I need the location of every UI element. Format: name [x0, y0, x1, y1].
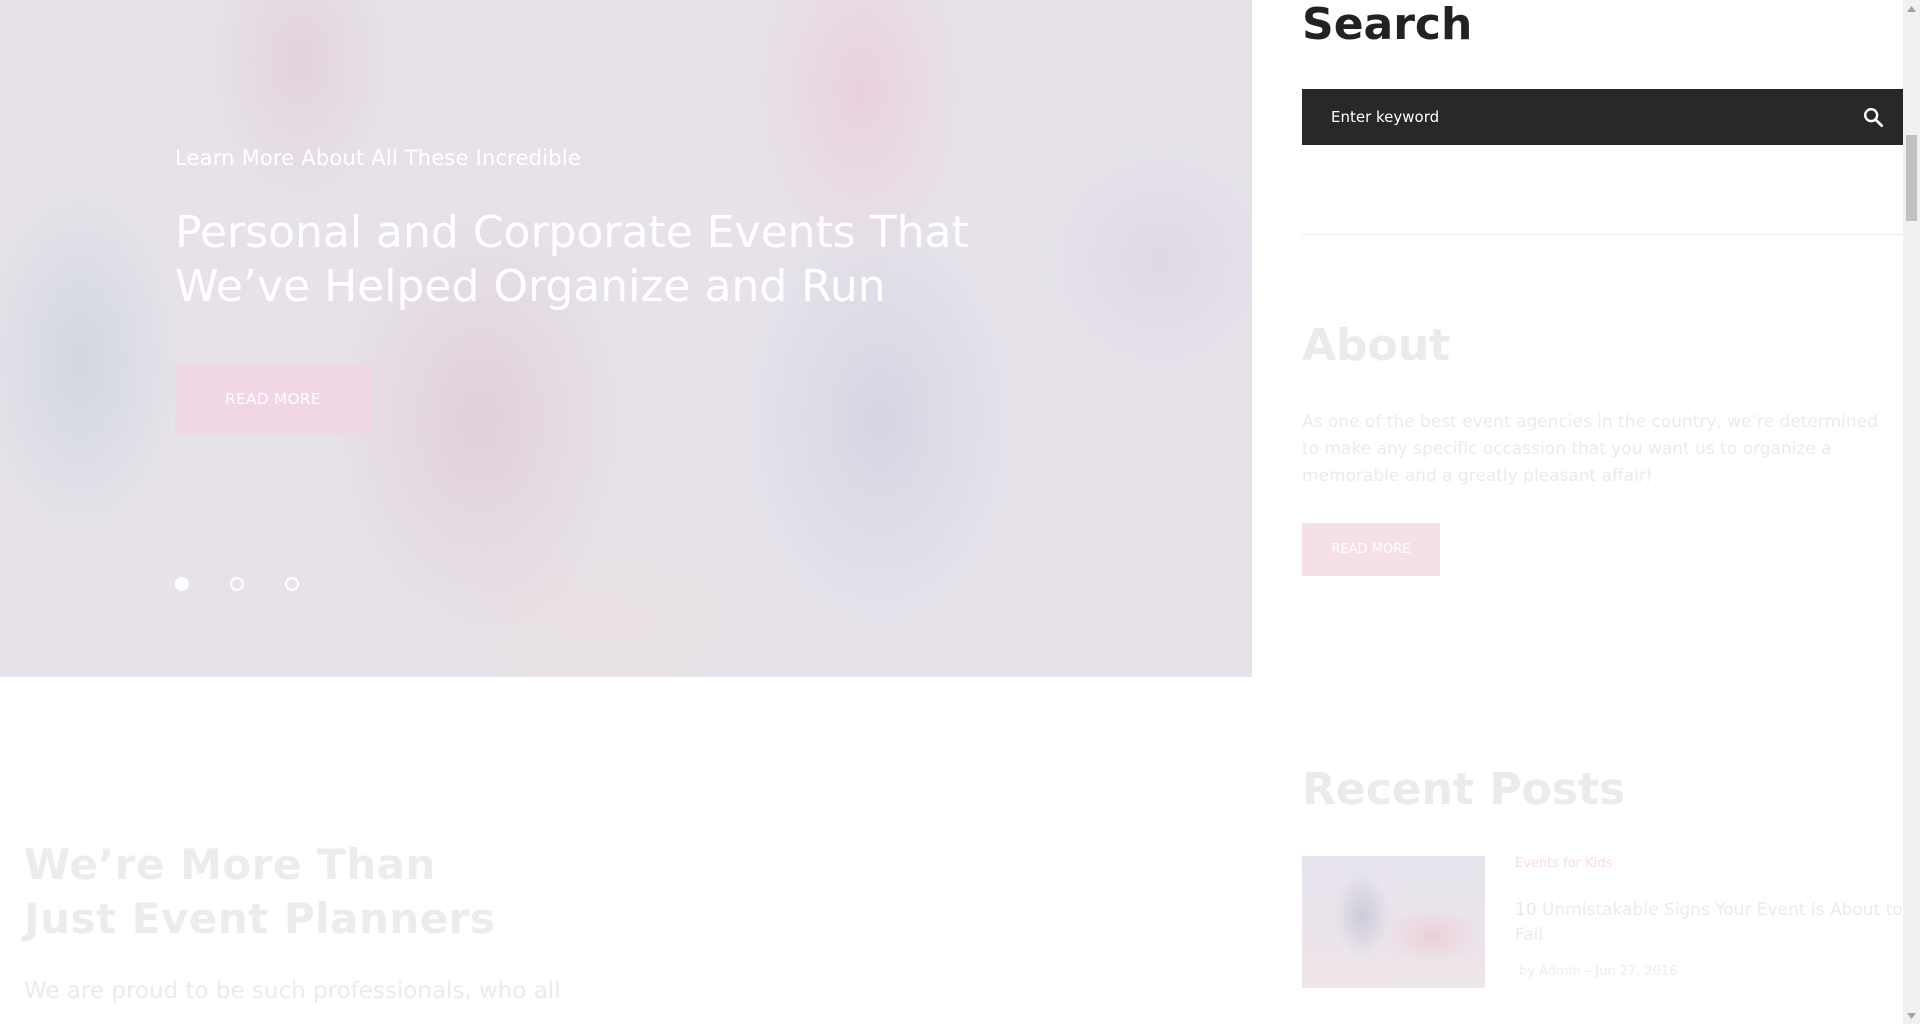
scroll-down-arrow-icon[interactable] — [1903, 1007, 1920, 1024]
hero-overlay — [0, 0, 1252, 677]
intro-title-line2: Just Event Planners — [24, 894, 496, 943]
hero-title: Personal and Corporate Events That We’ve… — [175, 207, 969, 312]
about-heading: About — [1302, 320, 1451, 371]
recent-post-meta: by Admin – Jun 27, 2016 — [1519, 964, 1678, 979]
slider-pagination — [175, 577, 299, 591]
recent-post-title[interactable]: 10 Unmistakable Signs Your Event is Abou… — [1515, 898, 1903, 948]
slider-dot-3[interactable] — [285, 577, 299, 591]
intro-title: We’re More Than Just Event Planners — [24, 838, 561, 946]
page-scrollbar[interactable] — [1903, 0, 1920, 1024]
recent-post-category[interactable]: Events for Kids — [1515, 856, 1612, 871]
recent-post-thumbnail[interactable] — [1302, 856, 1485, 988]
intro-section: We’re More Than Just Event Planners We a… — [24, 838, 561, 1004]
slider-dot-1[interactable] — [175, 577, 189, 591]
about-read-more-button[interactable]: READ MORE — [1302, 523, 1440, 576]
hero-kicker: Learn More About All These Incredible — [175, 146, 581, 170]
scrollbar-thumb[interactable] — [1906, 135, 1917, 221]
intro-text: We are proud to be such professionals, w… — [24, 978, 561, 1004]
sidebar-divider — [1302, 234, 1903, 235]
slider-dot-2[interactable] — [230, 577, 244, 591]
search-icon — [1864, 108, 1884, 128]
about-text: As one of the best event agencies in the… — [1302, 412, 1878, 486]
search-heading: Search — [1302, 0, 1473, 50]
hero-read-more-button[interactable]: READ MORE — [175, 364, 371, 434]
recent-posts-heading: Recent Posts — [1302, 764, 1626, 815]
hero-slider: Learn More About All These Incredible Pe… — [0, 0, 1252, 677]
search-form — [1302, 89, 1903, 145]
scroll-up-arrow-icon[interactable] — [1903, 0, 1920, 17]
search-button[interactable] — [1843, 89, 1903, 145]
search-input[interactable] — [1302, 89, 1843, 145]
intro-title-line1: We’re More Than — [24, 840, 436, 889]
recent-post-item: Events for Kids 10 Unmistakable Signs Yo… — [1302, 856, 1903, 988]
